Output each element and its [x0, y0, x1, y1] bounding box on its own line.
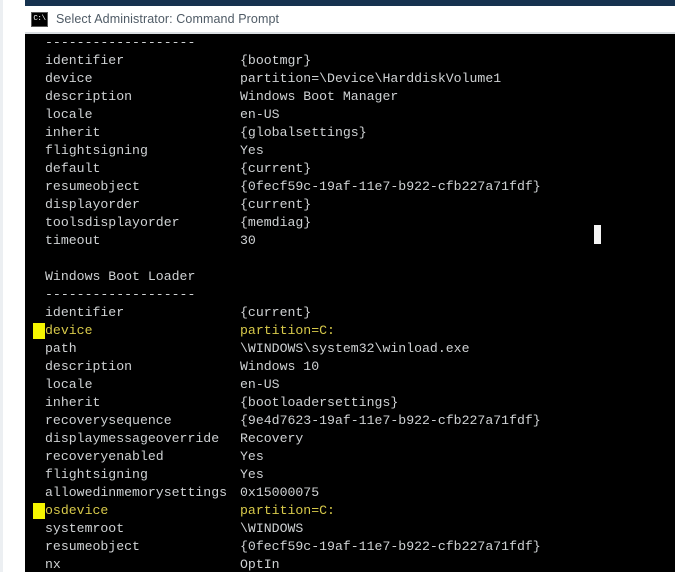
- row-value: {current}: [240, 197, 312, 212]
- row-key: description: [45, 89, 133, 104]
- row-value: \WINDOWS: [240, 521, 304, 536]
- row-value: Yes: [240, 467, 264, 482]
- terminal-row: systemroot \WINDOWS: [25, 520, 541, 538]
- terminal-row: path \WINDOWS\system32\winload.exe: [25, 340, 541, 358]
- console-icon-glyph: C:\: [33, 14, 46, 23]
- row-value: {9e4d7623-19af-11e7-b922-cfb227a71fdf}: [240, 413, 541, 428]
- row-key: resumeobject: [45, 539, 140, 554]
- row-value: {0fecf59c-19af-11e7-b922-cfb227a71fdf}: [240, 539, 541, 554]
- row-key: locale: [45, 377, 93, 392]
- row-key: inherit: [45, 395, 101, 410]
- separator-bootmgr: -------------------: [25, 34, 541, 52]
- terminal-row: displaymessageoverride Recovery: [25, 430, 541, 448]
- row-key: osdevice: [45, 503, 109, 518]
- separator-loader-text: -------------------: [45, 287, 196, 302]
- row-key: displaymessageoverride: [45, 431, 220, 446]
- row-key: locale: [45, 107, 93, 122]
- row-value: Recovery: [240, 431, 304, 446]
- terminal-row: resumeobject {0fecf59c-19af-11e7-b922-cfb…: [25, 538, 541, 556]
- terminal-row: nx OptIn: [25, 556, 541, 572]
- terminal-row: timeout 30: [25, 232, 541, 250]
- row-value: Windows Boot Manager: [240, 89, 399, 104]
- terminal-row: identifier {current}: [25, 304, 541, 322]
- row-value: en-US: [240, 107, 280, 122]
- row-value: {memdiag}: [240, 215, 312, 230]
- console-output-area[interactable]: ------------------- identifier {bootmgr} de…: [25, 34, 675, 572]
- terminal-row: recoveryenabled Yes: [25, 448, 541, 466]
- terminal-row: flightsigning Yes: [25, 142, 541, 160]
- row-key: timeout: [45, 233, 101, 248]
- row-value: Yes: [240, 143, 264, 158]
- terminal-text: ------------------- identifier {bootmgr} de…: [25, 34, 541, 572]
- row-key: displayorder: [45, 197, 140, 212]
- row-value: 30: [240, 233, 256, 248]
- terminal-row: displayorder {current}: [25, 196, 541, 214]
- row-key: flightsigning: [45, 467, 148, 482]
- separator-bootmgr-text: -------------------: [45, 35, 196, 50]
- row-key: identifier: [45, 305, 125, 320]
- row-value: {current}: [240, 305, 312, 320]
- row-key: flightsigning: [45, 143, 148, 158]
- terminal-row: identifier {bootmgr}: [25, 52, 541, 70]
- terminal-row: allowedinmemorysettings 0x15000075: [25, 484, 541, 502]
- row-key: path: [45, 341, 77, 356]
- desktop-edge: [0, 0, 3, 572]
- row-value: 0x15000075: [240, 485, 320, 500]
- row-value: partition=C:: [240, 323, 335, 338]
- console-icon: C:\: [31, 11, 48, 27]
- terminal-row: resumeobject {0fecf59c-19af-11e7-b922-cfb…: [25, 178, 541, 196]
- terminal-row: description Windows Boot Manager: [25, 88, 541, 106]
- terminal-row: description Windows 10: [25, 358, 541, 376]
- row-key: device: [45, 323, 93, 338]
- row-key: resumeobject: [45, 179, 140, 194]
- row-value: Windows 10: [240, 359, 320, 374]
- terminal-row: inherit {globalsettings}: [25, 124, 541, 142]
- terminal-row: recoverysequence {9e4d7623-19af-11e7-b922…: [25, 412, 541, 430]
- row-value: {bootloadersettings}: [240, 395, 399, 410]
- terminal-row: locale en-US: [25, 106, 541, 124]
- row-value: en-US: [240, 377, 280, 392]
- terminal-row: locale en-US: [25, 376, 541, 394]
- row-key: identifier: [45, 53, 125, 68]
- boot-loader-heading-text: Windows Boot Loader: [45, 269, 196, 284]
- terminal-row: osdevice partition=C:: [25, 502, 541, 520]
- text-cursor: [594, 225, 601, 244]
- row-value: {0fecf59c-19af-11e7-b922-cfb227a71fdf}: [240, 179, 541, 194]
- terminal-row: device partition=C:: [25, 322, 541, 340]
- terminal-row: device partition=\Device\HarddiskVolume1: [25, 70, 541, 88]
- screen: C:\ Select Administrator: Command Prompt…: [0, 0, 675, 572]
- row-key: device: [45, 71, 93, 86]
- separator-loader: -------------------: [25, 286, 541, 304]
- row-value: partition=C:: [240, 503, 335, 518]
- row-key: inherit: [45, 125, 101, 140]
- row-value: {current}: [240, 161, 312, 176]
- row-value: {bootmgr}: [240, 53, 312, 68]
- row-key: recoverysequence: [45, 413, 172, 428]
- command-prompt-window: C:\ Select Administrator: Command Prompt…: [25, 0, 675, 572]
- window-title: Select Administrator: Command Prompt: [56, 12, 280, 26]
- row-value: Yes: [240, 449, 264, 464]
- row-value: OptIn: [240, 557, 280, 572]
- row-key: default: [45, 161, 101, 176]
- terminal-row: flightsigning Yes: [25, 466, 541, 484]
- highlight-marker: [33, 323, 45, 339]
- row-value: {globalsettings}: [240, 125, 367, 140]
- row-value: \WINDOWS\system32\winload.exe: [240, 341, 470, 356]
- row-key: allowedinmemorysettings: [45, 485, 228, 500]
- terminal-row: default {current}: [25, 160, 541, 178]
- row-key: systemroot: [45, 521, 125, 536]
- row-key: description: [45, 359, 133, 374]
- desktop-background: [0, 0, 25, 572]
- terminal-row: toolsdisplayorder {memdiag}: [25, 214, 541, 232]
- row-key: recoveryenabled: [45, 449, 164, 464]
- terminal-row: inherit {bootloadersettings}: [25, 394, 541, 412]
- titlebar[interactable]: C:\ Select Administrator: Command Prompt: [25, 6, 675, 32]
- row-key: toolsdisplayorder: [45, 215, 180, 230]
- boot-loader-heading: Windows Boot Loader: [25, 268, 541, 286]
- highlight-marker: [33, 503, 45, 519]
- row-value: partition=\Device\HarddiskVolume1: [240, 71, 502, 86]
- row-key: nx: [45, 557, 61, 572]
